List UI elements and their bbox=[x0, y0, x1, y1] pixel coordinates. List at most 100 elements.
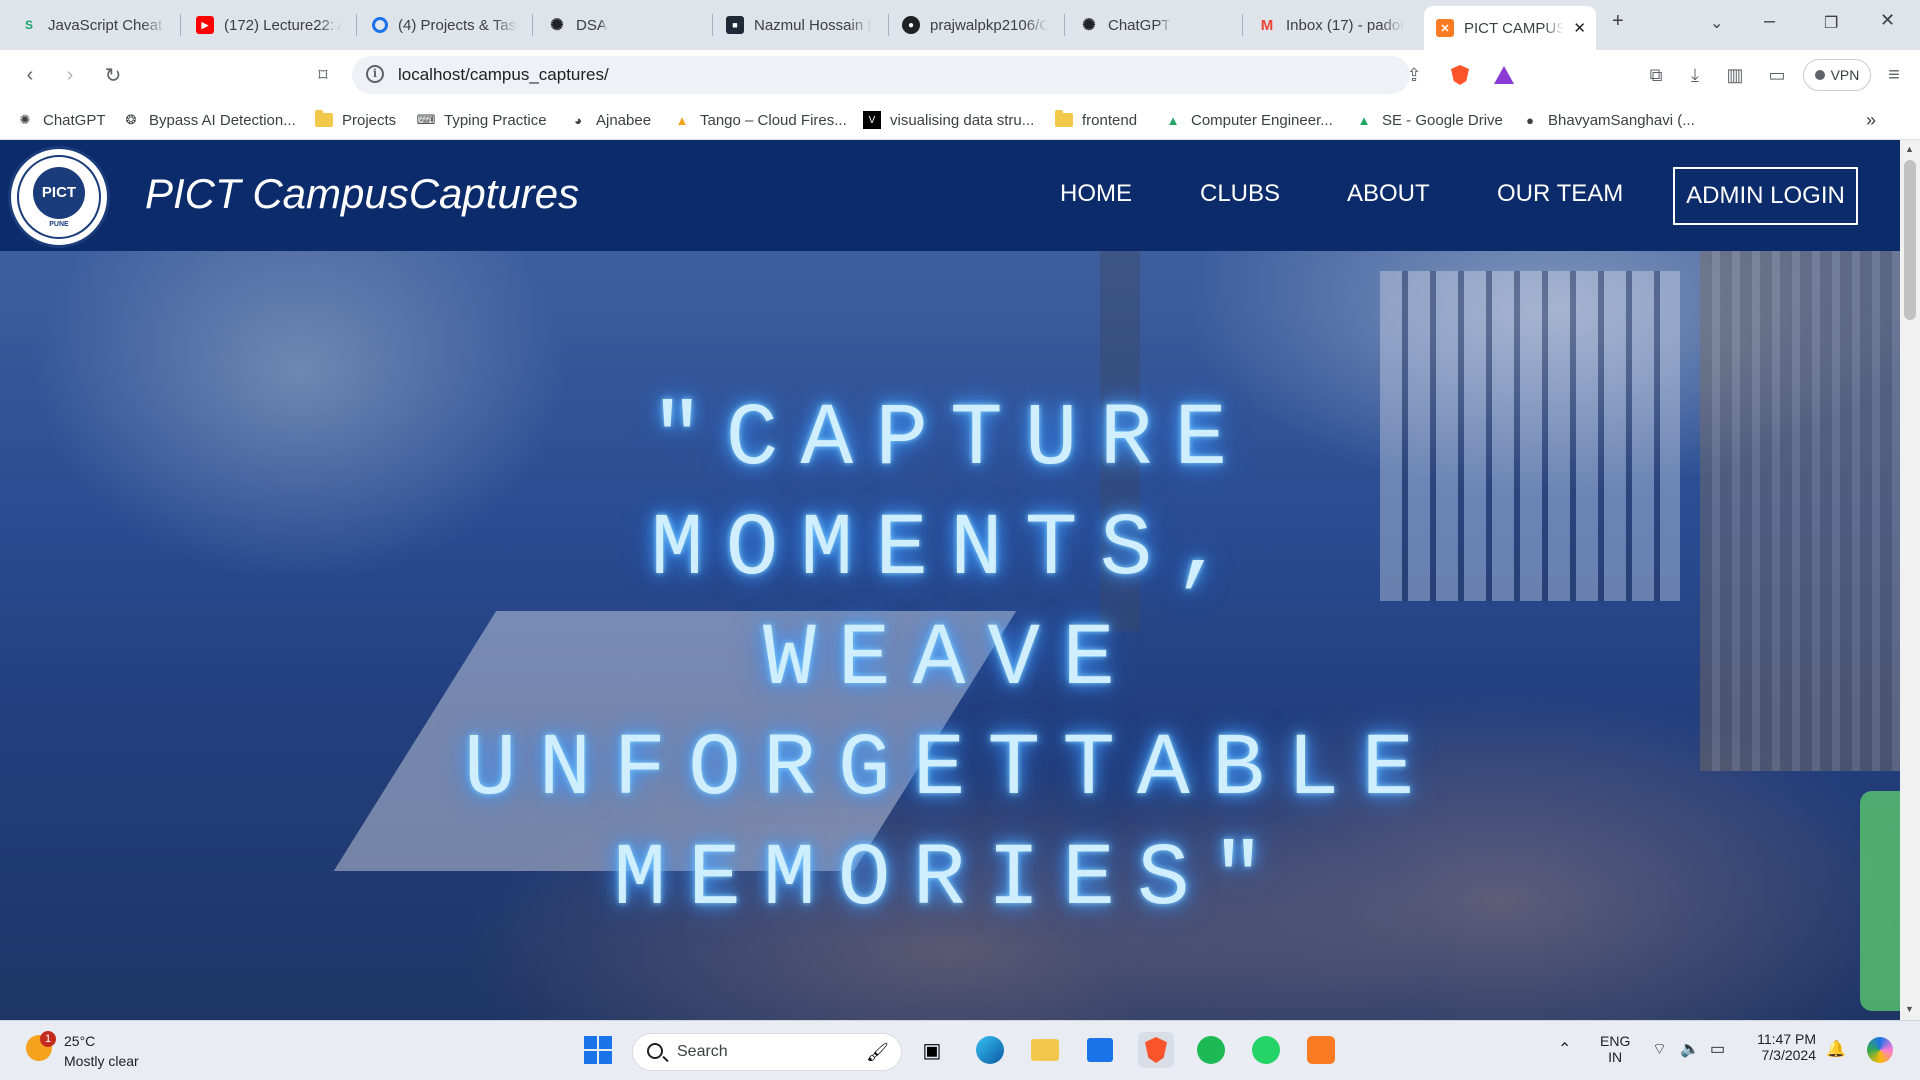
weather-condition: Mostly clear bbox=[64, 1053, 139, 1069]
nav-about[interactable]: ABOUT bbox=[1347, 180, 1430, 208]
forward-arrow-icon[interactable]: › bbox=[58, 63, 82, 87]
close-tab-icon[interactable]: ✕ bbox=[1573, 19, 1586, 37]
reload-icon[interactable]: ↻ bbox=[101, 63, 125, 87]
whatsapp-icon[interactable] bbox=[1248, 1032, 1284, 1068]
search-highlight-icon: 🖌 bbox=[866, 1042, 889, 1062]
task-view-icon[interactable]: ▣ bbox=[914, 1032, 950, 1068]
bookmark-item[interactable]: ▲ Tango – Cloud Fires... bbox=[673, 109, 847, 131]
site-navbar: PICT PUNE PICT CampusCaptures HOME CLUBS… bbox=[0, 140, 1900, 251]
language-indicator[interactable]: ENG IN bbox=[1600, 1033, 1630, 1065]
tango-icon: ▲ bbox=[675, 112, 689, 128]
show-hidden-icons-chevron-icon[interactable]: ⌃ bbox=[1558, 1039, 1571, 1059]
browser-tab[interactable]: ✺ DSA bbox=[536, 6, 706, 44]
battery-icon[interactable]: ▭ bbox=[1710, 1039, 1725, 1059]
hero-quote-line: "CAPTURE bbox=[650, 391, 1250, 490]
bookmark-item[interactable]: ❂ Bypass AI Detection... bbox=[122, 109, 296, 131]
minimize-window-icon[interactable]: – bbox=[1764, 10, 1775, 33]
page-scrollbar[interactable]: ▲ ▼ bbox=[1900, 140, 1920, 1020]
nav-our-team[interactable]: OUR TEAM bbox=[1497, 180, 1623, 208]
tab-separator bbox=[532, 14, 533, 36]
volume-icon[interactable]: 🔈 bbox=[1680, 1039, 1700, 1059]
site-brand[interactable]: PICT CampusCaptures bbox=[145, 170, 579, 218]
site-info-icon[interactable]: i bbox=[366, 65, 384, 83]
xampp-icon: ✕ bbox=[1436, 19, 1454, 37]
file-explorer-icon[interactable] bbox=[1027, 1032, 1063, 1068]
spotify-icon[interactable] bbox=[1193, 1032, 1229, 1068]
pict-logo[interactable]: PICT PUNE bbox=[8, 146, 110, 248]
restore-window-icon[interactable]: ❐ bbox=[1824, 13, 1838, 33]
gmail-icon: M bbox=[1260, 16, 1274, 34]
scrollbar-thumb[interactable] bbox=[1904, 160, 1916, 320]
browser-tab-active[interactable]: ✕ PICT CAMPUS ✕ bbox=[1424, 6, 1596, 50]
folder-icon bbox=[1055, 110, 1073, 129]
typing-icon: ⌨ bbox=[416, 112, 436, 127]
copilot-icon[interactable] bbox=[1862, 1032, 1898, 1068]
back-arrow-icon[interactable]: ‹ bbox=[18, 63, 42, 87]
url-text[interactable]: localhost/campus_captures/ bbox=[398, 65, 609, 85]
browser-tab[interactable]: M Inbox (17) - padol bbox=[1246, 6, 1418, 44]
browser-tab[interactable]: ■ Nazmul Hossain | F bbox=[714, 6, 884, 44]
tab-search-chevron-icon[interactable]: ⌄ bbox=[1710, 13, 1723, 33]
bookmark-item[interactable]: ▲ Computer Engineer... bbox=[1164, 109, 1333, 131]
extensions-icon[interactable]: ⧉ bbox=[1644, 63, 1668, 87]
portfolio-icon: ■ bbox=[726, 16, 744, 34]
new-tab-button[interactable]: + bbox=[1612, 10, 1624, 33]
logo-subtext: PUNE bbox=[49, 220, 69, 228]
address-bar[interactable]: i localhost/campus_captures/ bbox=[352, 56, 1410, 94]
google-drive-icon: ▲ bbox=[1166, 112, 1180, 128]
notifications-bell-icon[interactable]: 🔔 bbox=[1826, 1039, 1846, 1059]
notification-badge: 1 bbox=[40, 1031, 56, 1047]
bookmark-item[interactable]: ⌨ Typing Practice bbox=[417, 109, 547, 131]
bookmark-folder[interactable]: Projects bbox=[315, 109, 396, 131]
admin-login-button[interactable]: ADMIN LOGIN bbox=[1673, 167, 1858, 225]
vpn-button[interactable]: VPN bbox=[1803, 59, 1871, 91]
logo-ring: PICT PUNE bbox=[17, 155, 101, 239]
browser-tab[interactable]: ● prajwalpkp2106/C bbox=[890, 6, 1060, 44]
google-drive-icon: ▲ bbox=[1357, 112, 1371, 128]
browser-tab[interactable]: S JavaScript Cheat S bbox=[8, 6, 178, 44]
bookmark-item[interactable]: ● BhavyamSanghavi (... bbox=[1521, 109, 1695, 131]
download-icon[interactable]: ⤓ bbox=[1683, 63, 1707, 87]
edge-icon[interactable] bbox=[972, 1032, 1008, 1068]
scroll-down-icon[interactable]: ▼ bbox=[1905, 1004, 1914, 1014]
hero-quote-line: MOMENTS, bbox=[650, 501, 1250, 600]
menu-icon[interactable]: ≡ bbox=[1882, 63, 1906, 87]
scroll-up-icon[interactable]: ▲ bbox=[1905, 144, 1914, 154]
search-icon bbox=[647, 1043, 663, 1059]
vpn-status-icon bbox=[1814, 70, 1825, 80]
bookmark-item[interactable]: V visualising data stru... bbox=[863, 109, 1034, 131]
bookmark-item[interactable]: ◕ Ajnabee bbox=[569, 109, 651, 131]
chatgpt-icon: ✺ bbox=[19, 112, 31, 127]
wifi-icon[interactable]: ⌔ bbox=[1652, 1039, 1667, 1059]
bookmark-item[interactable]: ✺ ChatGPT bbox=[16, 109, 106, 131]
tab-separator bbox=[888, 14, 889, 36]
bookmark-folder[interactable]: frontend bbox=[1055, 109, 1137, 131]
page-viewport: PICT PUNE PICT CampusCaptures HOME CLUBS… bbox=[0, 140, 1900, 1020]
windows-start-icon[interactable] bbox=[580, 1032, 616, 1068]
chatgpt-icon: ✺ bbox=[1082, 17, 1096, 34]
brave-shields-icon[interactable] bbox=[1448, 63, 1472, 87]
microsoft-store-icon[interactable] bbox=[1082, 1032, 1118, 1068]
tab-separator bbox=[180, 14, 181, 36]
browser-tab[interactable]: (4) Projects & Task bbox=[360, 6, 530, 44]
brave-browser-icon[interactable] bbox=[1138, 1032, 1174, 1068]
nav-clubs[interactable]: CLUBS bbox=[1200, 180, 1280, 208]
bookmark-item[interactable]: ▲ SE - Google Drive bbox=[1355, 109, 1503, 131]
nav-home[interactable]: HOME bbox=[1060, 180, 1132, 208]
brave-rewards-icon[interactable] bbox=[1492, 63, 1516, 87]
taskbar-search[interactable]: Search 🖌 bbox=[632, 1033, 902, 1071]
xampp-icon[interactable] bbox=[1303, 1032, 1339, 1068]
bookmark-icon[interactable]: ⌑ bbox=[311, 63, 335, 87]
weather-widget[interactable]: 1 25°C Mostly clear bbox=[22, 1031, 192, 1073]
browser-tab[interactable]: ✺ ChatGPT bbox=[1068, 6, 1238, 44]
close-window-icon[interactable]: ✕ bbox=[1880, 10, 1895, 31]
javascript-cheatsheet-icon: S bbox=[24, 18, 33, 32]
sidebar-icon[interactable]: ▥ bbox=[1723, 63, 1747, 87]
more-bookmarks-chevron-icon[interactable]: » bbox=[1866, 109, 1876, 131]
browser-tab[interactable]: ▶ (172) Lecture22: A bbox=[184, 6, 354, 44]
github-icon: ● bbox=[1526, 112, 1534, 128]
hero-section: "CAPTURE MOMENTS, WEAVE UNFORGETTABLE ME… bbox=[0, 251, 1900, 1020]
wallet-icon[interactable]: ▭ bbox=[1765, 63, 1789, 87]
ajnabee-icon: ◕ bbox=[574, 112, 582, 128]
clock[interactable]: 11:47 PM 7/3/2024 bbox=[1746, 1031, 1816, 1063]
